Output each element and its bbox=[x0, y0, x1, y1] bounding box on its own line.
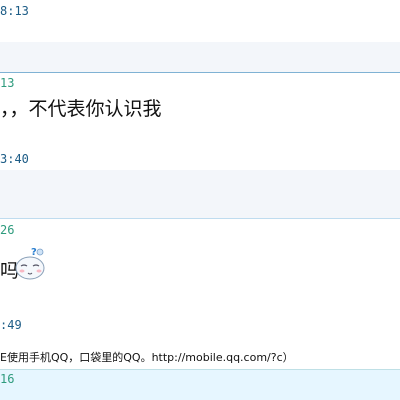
message-header bbox=[0, 370, 400, 400]
message-text: E使用手机QQ，口袋里的QQ。http://mobile.qq.com/?c） bbox=[0, 351, 294, 364]
message-header bbox=[0, 0, 400, 42]
message-body bbox=[0, 42, 400, 72]
svg-text:?: ? bbox=[31, 247, 37, 258]
message-timestamp: 3:40 bbox=[0, 152, 29, 166]
message-timestamp: 16 bbox=[0, 372, 15, 386]
message-text: ，，不代表你认识我 bbox=[0, 98, 162, 120]
message-body bbox=[0, 170, 400, 218]
message-timestamp: 26 bbox=[0, 223, 15, 237]
message-timestamp: 13 bbox=[0, 76, 15, 90]
sleepy-face-emoticon: ? bbox=[15, 247, 45, 280]
divider bbox=[0, 218, 400, 219]
message-timestamp: 8:13 bbox=[0, 4, 29, 18]
message-timestamp: :49 bbox=[0, 318, 22, 332]
